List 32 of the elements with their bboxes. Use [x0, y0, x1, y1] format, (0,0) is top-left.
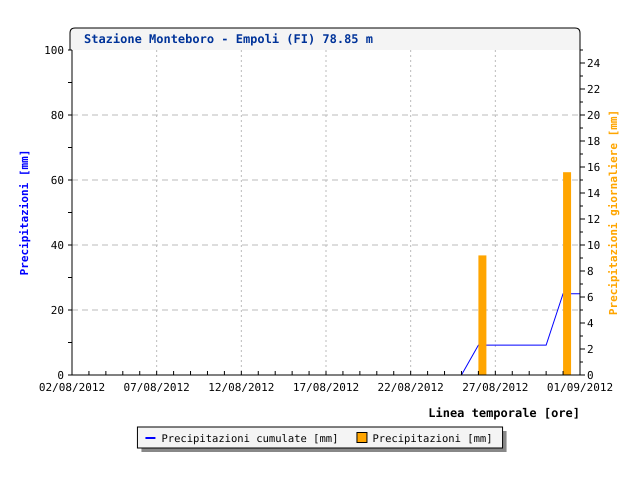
axis-tick-label: 10 [587, 239, 600, 252]
axis-tick-label: 01/09/2012 [546, 381, 614, 394]
axis-tick-label: 22 [587, 83, 600, 96]
axis-tick-label: 4 [587, 317, 594, 330]
axis-tick-label: 0 [587, 369, 594, 382]
axis-tick-label: 80 [50, 109, 64, 122]
axis-tick-label: 0 [57, 369, 64, 382]
axis-tick-label: 6 [587, 291, 594, 304]
x-axis-label: Linea temporale [ore] [428, 406, 580, 420]
axis-tick-label: 18 [587, 135, 600, 148]
y-axis-label: Precipitazioni [mm] [18, 150, 31, 276]
y-axis-label: Precipitazioni giornaliere [mm] [607, 110, 620, 316]
axis-tick-label: 2 [587, 343, 594, 356]
axis-tick-label: 40 [50, 239, 64, 252]
axis-tick-label: 20 [50, 304, 64, 317]
axis-tick-label: 100 [44, 44, 64, 57]
axis-tick-label: 24 [587, 57, 600, 70]
axis-tick-label: 14 [587, 187, 600, 200]
axis-tick-label: 22/08/2012 [378, 381, 444, 394]
axis-tick-label: 60 [50, 174, 64, 187]
axis-tick-label: 8 [587, 265, 594, 278]
axis-tick-label: 27/08/2012 [462, 381, 528, 394]
axis-tick-label: 17/08/2012 [292, 381, 360, 394]
axis-tick-label: 20 [587, 109, 600, 122]
axis-tick-label: 12 [587, 213, 600, 226]
axis-tick-label: 07/08/2012 [124, 381, 190, 394]
chart-title: Stazione Monteboro - Empoli (FI) 78.85 m [84, 32, 373, 46]
axis-tick-label: 16 [587, 161, 600, 174]
axis-tick-label: 12/08/2012 [208, 381, 274, 394]
axis-tick-label: 02/08/2012 [38, 381, 106, 394]
legend-label: Precipitazioni cumulate [mm] [161, 433, 338, 445]
legend-label: Precipitazioni [mm] [372, 433, 493, 445]
